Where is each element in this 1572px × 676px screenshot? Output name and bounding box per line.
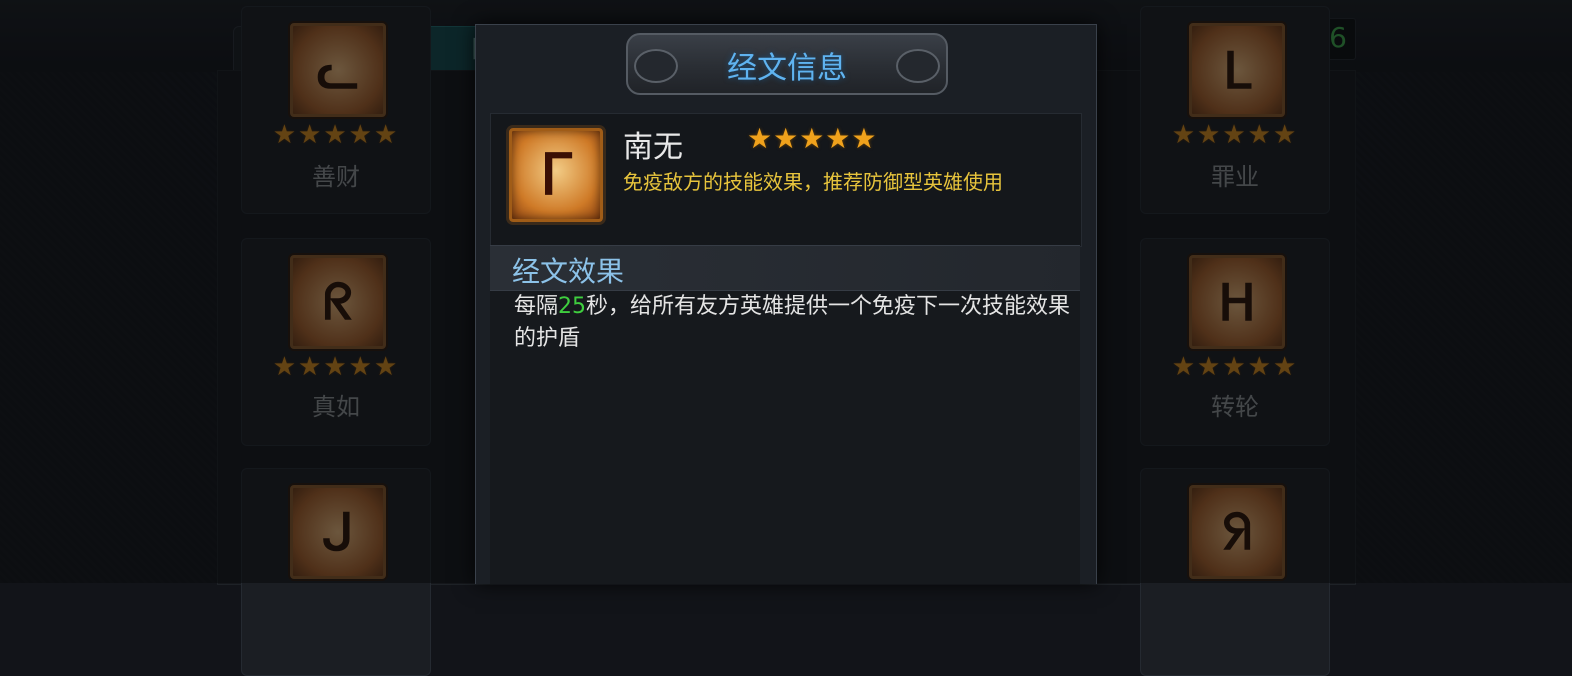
sutra-info-dialog: 经文信息 ᒥ 南无 ★★★★★ 免疫敌方的技能效果，推荐防御型英雄使用 经文效果… — [475, 24, 1097, 584]
sutra-name: 南无 — [623, 130, 683, 165]
effect-text-before: 每隔 — [514, 294, 559, 319]
section-header: 经文效果 — [490, 245, 1080, 291]
sutra-description: 免疫敌方的技能效果，推荐防御型英雄使用 — [623, 170, 1003, 194]
title-frame: 经文信息 — [626, 33, 948, 95]
section-title: 经文效果 — [512, 255, 625, 288]
effect-text-after: 秒，给所有友方英雄提供一个免疫下一次技能效果的护盾 — [514, 294, 1071, 351]
sutra-icon: ᒥ — [509, 128, 603, 222]
effect-duration-value: 25 — [558, 294, 587, 319]
effect-description: 每隔25秒，给所有友方英雄提供一个免疫下一次技能效果的护盾 — [514, 291, 1074, 355]
sutra-header: ᒥ 南无 ★★★★★ 免疫敌方的技能效果，推荐防御型英雄使用 — [490, 113, 1082, 247]
dialog-title: 经文信息 — [727, 51, 847, 86]
star-rating: ★★★★★ — [747, 122, 878, 155]
